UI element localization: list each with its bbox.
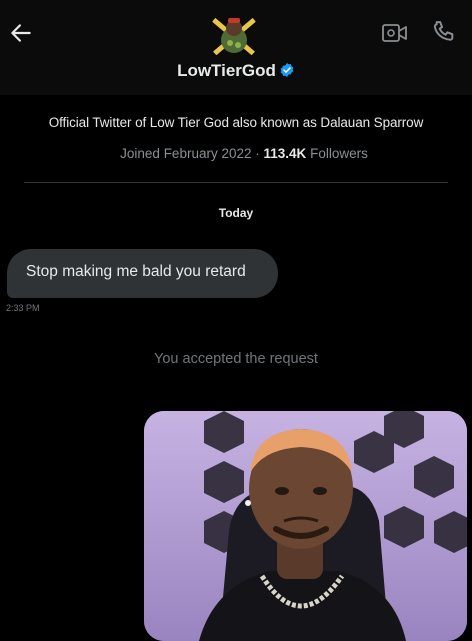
profile-bio: Official Twitter of Low Tier God also kn… xyxy=(48,115,424,130)
profile-meta: Joined February 2022 · 113.4K Followers xyxy=(0,146,472,161)
message-timestamp: 2:33 PM xyxy=(6,303,40,313)
media-attachment[interactable] xyxy=(144,411,467,641)
video-call-icon[interactable] xyxy=(381,21,409,45)
username-label: LowTierGod xyxy=(177,61,276,80)
request-accepted-notice: You accepted the request xyxy=(154,351,318,367)
phone-call-icon[interactable] xyxy=(429,18,457,46)
date-separator: Today xyxy=(218,206,254,220)
arrow-left-icon[interactable] xyxy=(8,20,34,46)
conversation-header: LowTierGod xyxy=(0,0,472,95)
followers-count[interactable]: 113.4K xyxy=(264,146,307,161)
verified-badge-icon xyxy=(280,63,294,77)
joined-date: Joined February 2022 · xyxy=(120,146,260,161)
username[interactable]: LowTierGod xyxy=(0,61,472,81)
avatar[interactable] xyxy=(208,10,260,62)
message-bubble[interactable]: Stop making me bald you retard xyxy=(7,249,278,298)
divider xyxy=(24,182,448,183)
followers-label[interactable]: Followers xyxy=(310,146,368,161)
